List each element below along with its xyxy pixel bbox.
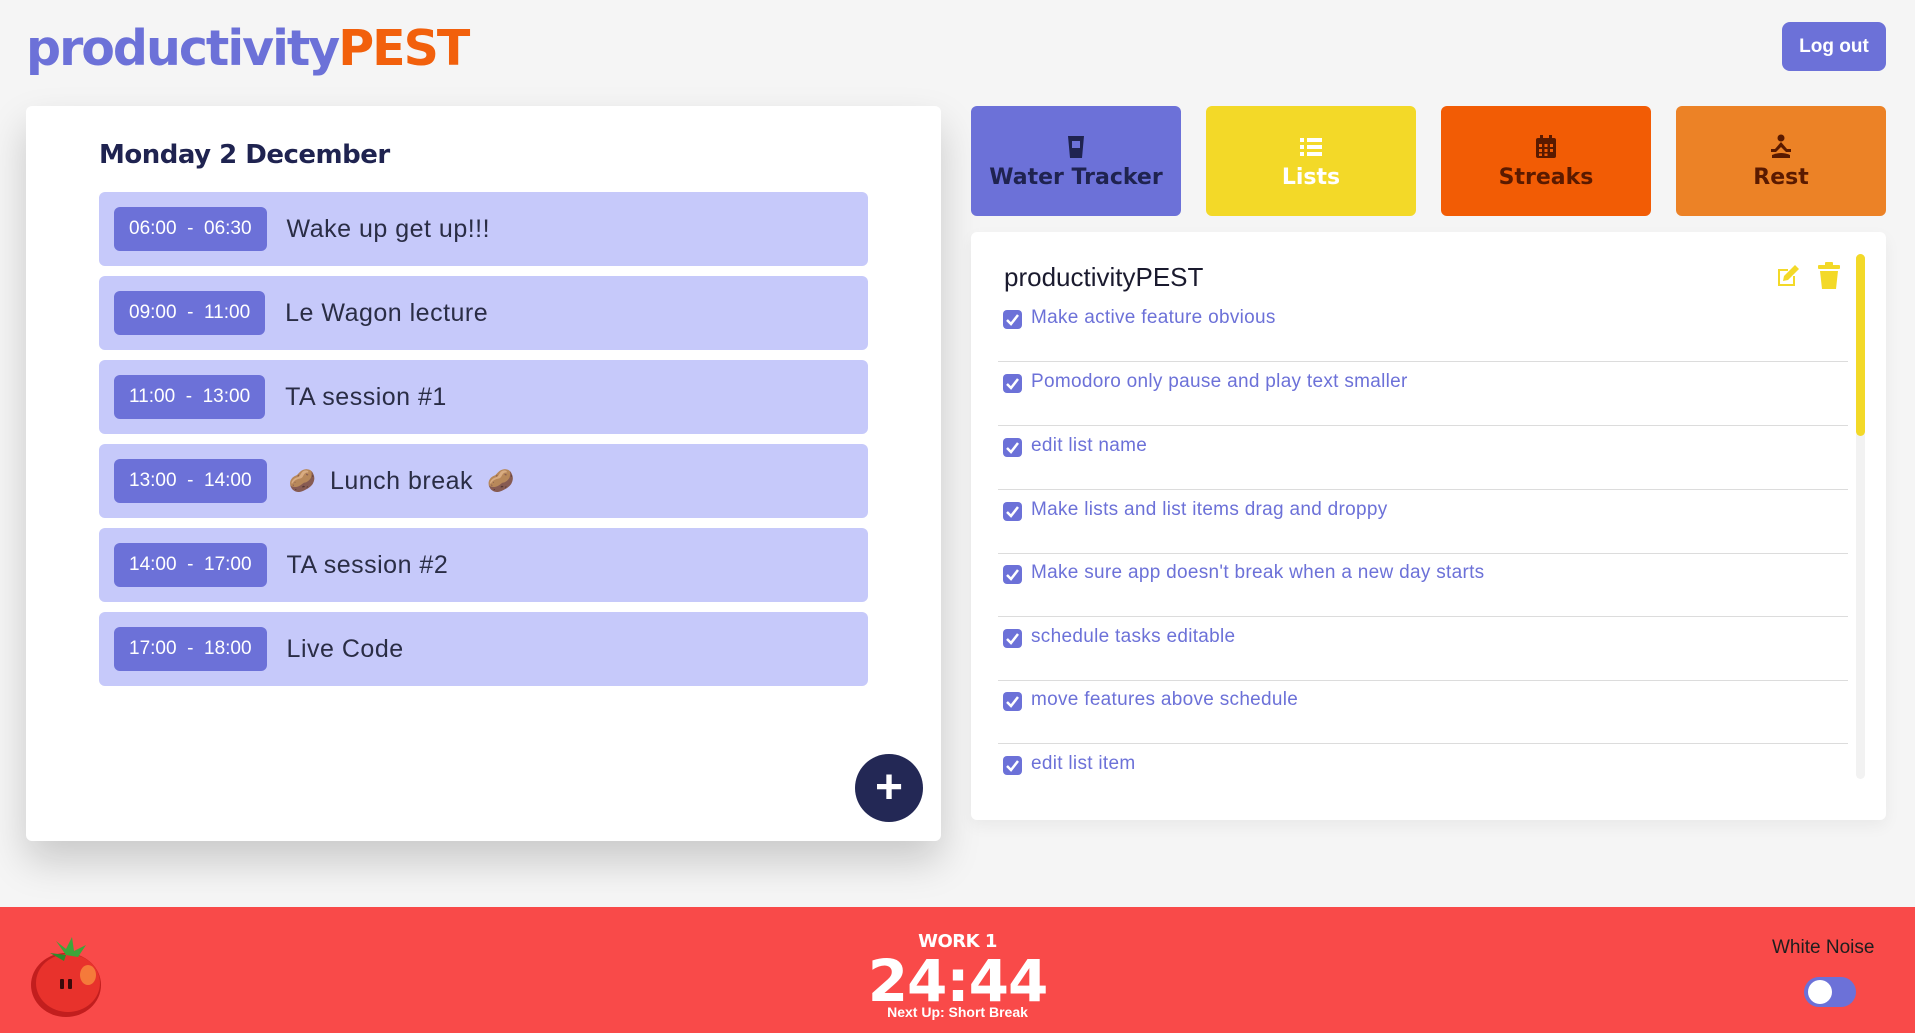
list-item[interactable]: schedule tasks editable [998, 617, 1848, 681]
checkbox-checked[interactable] [1003, 310, 1022, 329]
list-item-text: schedule tasks editable [1031, 626, 1236, 647]
slot-end: 14:00 [204, 470, 252, 491]
slot-time: 09:00 - 11:00 [114, 291, 266, 335]
schedule-slot[interactable]: 13:00 - 14:00 🥔 Lunch break 🥔 [99, 444, 868, 518]
slot-end: 13:00 [202, 386, 251, 407]
slot-time: 11:00 - 13:00 [114, 375, 266, 419]
slot-time: 17:00 - 18:00 [114, 627, 267, 671]
checkbox-checked[interactable] [1003, 438, 1022, 457]
checkbox-checked[interactable] [1003, 756, 1022, 775]
list-scrollbar-thumb[interactable] [1856, 254, 1865, 436]
tab-water-tracker[interactable]: Water Tracker [971, 106, 1181, 216]
checkbox-checked[interactable] [1003, 374, 1022, 393]
toggle-knob [1808, 980, 1832, 1004]
tab-label: Water Tracker [989, 164, 1163, 190]
list-item[interactable]: Make active feature obvious [998, 298, 1848, 362]
edit-icon[interactable] [1775, 263, 1801, 289]
pomodoro-next-up: Next Up: Short Break [887, 1004, 1028, 1020]
list-icon [1300, 137, 1322, 156]
tab-streaks[interactable]: Streaks [1441, 106, 1651, 216]
slot-start: 06:00 [129, 218, 177, 239]
list-item-text: Pomodoro only pause and play text smalle… [1031, 371, 1408, 392]
tab-label: Lists [1281, 164, 1341, 190]
tab-label: Rest [1753, 164, 1809, 190]
logo-text-productivity: productivity [26, 20, 340, 77]
meditation-icon [1771, 134, 1791, 158]
slot-title: TA session #1 [285, 382, 447, 411]
slot-time: 14:00 - 17:00 [114, 543, 267, 587]
schedule-date: Monday 2 December [99, 140, 390, 170]
list-item-text: Make lists and list items drag and dropp… [1031, 499, 1388, 520]
glass-icon [1068, 135, 1084, 158]
app-logo[interactable]: productivityPEST [26, 20, 470, 77]
list-item-text: edit list item [1031, 753, 1136, 774]
calendar-icon [1536, 134, 1556, 158]
list-item[interactable]: move features above schedule [998, 680, 1848, 744]
slot-start: 11:00 [129, 386, 176, 407]
checkbox-checked[interactable] [1003, 692, 1022, 711]
list-title: productivityPEST [1004, 262, 1204, 292]
slot-start: 14:00 [129, 554, 177, 575]
slot-start: 17:00 [129, 638, 177, 659]
schedule-slot[interactable]: 06:00 - 06:30 Wake up get up!!! [99, 192, 868, 266]
pomodoro-footer: WORK 1 24:44 Next Up: Short Break White … [0, 907, 1915, 1033]
list-item[interactable]: Make lists and list items drag and dropp… [998, 490, 1848, 554]
slot-start: 09:00 [129, 302, 177, 323]
potato-emoji-icon: 🥔 [288, 468, 316, 493]
schedule-slot[interactable]: 14:00 - 17:00 TA session #2 [99, 528, 868, 602]
tab-label: Streaks [1498, 164, 1594, 190]
white-noise-toggle[interactable] [1804, 977, 1856, 1007]
logout-button[interactable]: Log out [1782, 22, 1886, 71]
logo-text-pest: PEST [338, 20, 470, 77]
slot-title: TA session #2 [286, 550, 449, 579]
list-item[interactable]: Pomodoro only pause and play text smalle… [998, 362, 1848, 426]
slot-time: 06:00 - 06:30 [114, 207, 267, 251]
slot-end: 18:00 [204, 638, 252, 659]
checkbox-checked[interactable] [1003, 502, 1022, 521]
list-item[interactable]: edit list name [998, 426, 1848, 490]
slot-end: 06:30 [204, 218, 252, 239]
trash-icon[interactable] [1817, 262, 1841, 290]
schedule-slot[interactable]: 09:00 - 11:00 Le Wagon lecture [99, 276, 868, 350]
list-item-text: Make active feature obvious [1031, 307, 1276, 328]
slot-end: 17:00 [204, 554, 252, 575]
slot-end: 11:00 [204, 302, 251, 323]
list-item[interactable]: edit list item [998, 744, 1848, 808]
list-item[interactable]: Make sure app doesn't break when a new d… [998, 553, 1848, 617]
list-panel: productivityPEST Make active feature obv… [971, 232, 1886, 820]
schedule-card: Monday 2 December 06:00 - 06:30 Wake up … [26, 106, 941, 841]
slot-start: 13:00 [129, 470, 177, 491]
white-noise-label: White Noise [1772, 937, 1875, 958]
tab-lists[interactable]: Lists [1206, 106, 1416, 216]
checkbox-checked[interactable] [1003, 629, 1022, 648]
slot-title: Wake up get up!!! [286, 214, 491, 243]
schedule-slot[interactable]: 17:00 - 18:00 Live Code [99, 612, 868, 686]
tab-rest[interactable]: Rest [1676, 106, 1886, 216]
add-slot-button[interactable]: + [855, 754, 923, 822]
slot-title: Live Code [286, 634, 404, 663]
potato-emoji-icon: 🥔 [487, 468, 515, 493]
checkbox-checked[interactable] [1003, 565, 1022, 584]
slot-title: Le Wagon lecture [285, 298, 489, 327]
slot-title: Lunch break [329, 466, 474, 495]
list-item-text: Make sure app doesn't break when a new d… [1031, 562, 1485, 583]
slot-time: 13:00 - 14:00 [114, 459, 267, 503]
schedule-slot[interactable]: 11:00 - 13:00 TA session #1 [99, 360, 868, 434]
list-item-text: move features above schedule [1031, 689, 1299, 710]
list-item-text: edit list name [1031, 435, 1148, 456]
